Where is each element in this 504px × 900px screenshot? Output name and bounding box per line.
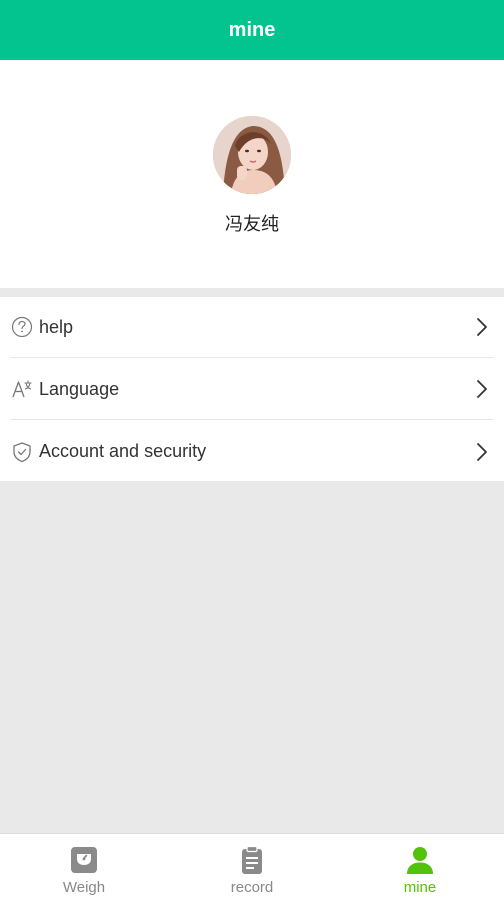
avatar-image <box>213 116 291 194</box>
menu-item-label: Account and security <box>39 441 207 461</box>
profile-section: 冯友纯 <box>0 60 504 288</box>
scale-icon <box>68 844 100 876</box>
clipboard-icon <box>236 844 268 876</box>
header-bar: mine <box>0 0 504 60</box>
avatar[interactable] <box>213 116 291 194</box>
tab-label: mine <box>403 879 437 896</box>
menu-item-language[interactable]: Language <box>10 359 494 420</box>
tab-label: Weigh <box>62 879 106 896</box>
chevron-right-icon <box>474 317 490 337</box>
help-icon <box>11 316 33 338</box>
tab-label: record <box>230 879 274 896</box>
settings-menu: help Language Account and security <box>0 297 504 481</box>
chevron-right-icon <box>474 442 490 462</box>
bottom-tab-bar: Weigh record mine <box>0 833 504 900</box>
chevron-right-icon <box>474 379 490 399</box>
user-icon <box>404 844 436 876</box>
tab-mine[interactable]: mine <box>336 834 504 900</box>
menu-item-label: Language <box>39 378 120 399</box>
language-icon <box>11 378 33 400</box>
menu-item-help[interactable]: help <box>10 297 494 358</box>
shield-icon <box>11 441 33 463</box>
tab-record[interactable]: record <box>168 834 336 900</box>
username: 冯友纯 <box>225 214 279 234</box>
page-title: mine <box>228 18 276 41</box>
tab-weigh[interactable]: Weigh <box>0 834 168 900</box>
menu-item-label: help <box>39 316 74 337</box>
menu-item-account-security[interactable]: Account and security <box>10 421 494 482</box>
